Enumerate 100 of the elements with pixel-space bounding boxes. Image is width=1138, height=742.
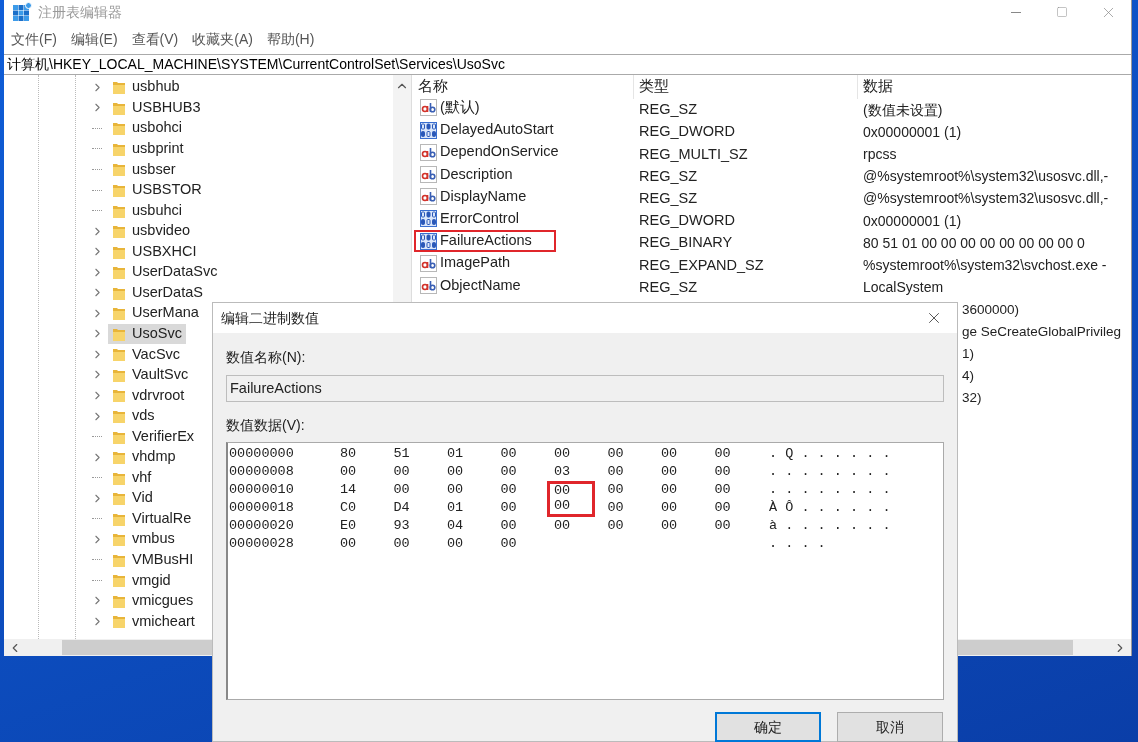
- hex-byte: 00: [339, 535, 358, 553]
- string-value-icon: [420, 99, 437, 117]
- hex-byte: 00: [392, 535, 411, 553]
- value-name[interactable]: DependOnService: [414, 141, 583, 164]
- value-name-text: ImagePath: [440, 253, 511, 273]
- tree-item[interactable]: UserDataS: [108, 282, 207, 303]
- value-type: REG_BINARY: [638, 233, 734, 253]
- tree-item[interactable]: Vid: [108, 488, 157, 509]
- tree-item[interactable]: usbser: [108, 159, 180, 180]
- tree-item[interactable]: VerifierEx: [108, 426, 199, 447]
- hex-byte: 00: [547, 481, 595, 499]
- folder-icon: [112, 449, 126, 466]
- value-name-text: (默认): [440, 98, 480, 118]
- tree-item[interactable]: VirtualRe: [108, 508, 196, 529]
- value-name-text: Description: [440, 164, 513, 184]
- hex-byte: 00: [713, 463, 732, 481]
- menu-item[interactable]: 文件(F): [10, 28, 58, 50]
- hex-byte: 00: [446, 463, 465, 481]
- tree-item[interactable]: vhf: [108, 467, 156, 488]
- hex-editor-field[interactable]: [226, 442, 944, 700]
- value-name-text: DelayedAutoStart: [440, 120, 554, 140]
- tree-item[interactable]: vmgid: [108, 570, 175, 591]
- tree-item[interactable]: vds: [108, 406, 159, 426]
- hex-byte: 00: [392, 463, 411, 481]
- hex-ascii: . Q . . . . . .: [769, 444, 891, 463]
- tree-item[interactable]: usbhub: [108, 77, 184, 98]
- tree-item[interactable]: VacSvc: [108, 344, 185, 365]
- hex-ascii: À Ô . . . . . .: [769, 498, 891, 517]
- address-bar[interactable]: 计算机\HKEY_LOCAL_MACHINE\SYSTEM\CurrentControlSet\Services\UsoSvc: [4, 54, 1131, 75]
- value-name-text: ObjectName: [440, 275, 521, 295]
- tree-item[interactable]: vdrvroot: [108, 385, 189, 406]
- hex-byte: 00: [499, 499, 518, 517]
- tree-item-label: vhf: [132, 467, 152, 487]
- tree-item[interactable]: usbohci: [108, 118, 186, 139]
- window-title: 注册表编辑器: [38, 2, 122, 22]
- folder-icon: [112, 531, 126, 548]
- hex-byte: D4: [392, 499, 411, 517]
- value-type: REG_SZ: [638, 277, 698, 297]
- tree-item[interactable]: vmicheart: [108, 611, 199, 632]
- value-data: @%systemroot%\system32\usosvc.dll,-: [862, 189, 1110, 209]
- value-name-field[interactable]: FailureActions: [226, 375, 944, 402]
- folder-icon: [112, 387, 126, 404]
- tree-item[interactable]: UserMana: [108, 303, 203, 324]
- hex-ascii: . . . . . . . .: [769, 462, 891, 481]
- value-data: ge SeCreateGlobalPrivileg: [962, 322, 1122, 341]
- tree-item-label: VirtualRe: [132, 508, 192, 528]
- menu-item[interactable]: 帮助(H): [265, 28, 316, 50]
- dialog-button[interactable]: 取消: [837, 712, 943, 742]
- tree-item-label: UserDataSvc: [132, 262, 218, 282]
- value-data: @%systemroot%\system32\usosvc.dll,-: [862, 167, 1110, 187]
- value-name[interactable]: Description: [414, 163, 537, 186]
- hex-byte: 00: [606, 517, 625, 535]
- value-name[interactable]: DelayedAutoStart: [414, 119, 578, 142]
- folder-icon: [112, 182, 126, 198]
- tree-item[interactable]: VaultSvc: [108, 364, 193, 385]
- tree-item-label: vmbus: [132, 529, 175, 549]
- tree-item-label: UserMana: [132, 303, 199, 323]
- value-name[interactable]: ObjectName: [414, 274, 545, 297]
- tree-item[interactable]: VMBusHI: [108, 549, 198, 570]
- hex-address: 00000028: [228, 534, 295, 553]
- value-name[interactable]: ImagePath: [414, 252, 535, 275]
- tree-item[interactable]: USBXHCI: [108, 241, 201, 262]
- tree-item[interactable]: USBHUB3: [108, 97, 205, 118]
- column-header[interactable]: 类型: [634, 75, 858, 99]
- tree-item[interactable]: UsoSvc: [108, 323, 186, 344]
- tree-item[interactable]: usbuhci: [108, 200, 186, 221]
- value-name[interactable]: DisplayName: [414, 185, 551, 208]
- tree-item[interactable]: USBSTOR: [108, 180, 206, 200]
- tree-item-label: vmicheart: [132, 611, 195, 631]
- dialog-button[interactable]: 确定: [715, 712, 821, 742]
- binary-value-icon: [420, 121, 437, 139]
- tree-item[interactable]: vhdmp: [108, 447, 180, 468]
- menu-item[interactable]: 编辑(E): [69, 28, 119, 50]
- hex-byte: 00: [660, 481, 679, 499]
- value-data: 3600000): [962, 300, 1020, 319]
- menu-item[interactable]: 收藏夹(A): [191, 28, 254, 50]
- tree-item[interactable]: UserDataSvc: [108, 262, 222, 283]
- hex-byte: 14: [339, 481, 358, 499]
- folder-icon: [112, 572, 126, 589]
- menu-item[interactable]: 查看(V): [130, 28, 180, 50]
- hex-byte: 00: [499, 463, 518, 481]
- value-type: REG_DWORD: [638, 122, 736, 142]
- tree-item[interactable]: vmicgues: [108, 590, 198, 611]
- hex-byte: 01: [446, 445, 465, 463]
- value-name[interactable]: FailureActions: [414, 230, 556, 253]
- hex-address: 00000000: [228, 444, 295, 463]
- value-name[interactable]: (默认): [414, 96, 504, 119]
- value-data: 32): [962, 389, 982, 408]
- hex-byte: 00: [606, 481, 625, 499]
- column-header[interactable]: 数据: [858, 75, 1131, 99]
- tree-item-label: USBHUB3: [132, 97, 201, 117]
- hex-byte: 00: [553, 445, 572, 463]
- hex-byte: E0: [339, 517, 358, 535]
- tree-item-label: usbuhci: [132, 200, 182, 220]
- maximize-icon: [1056, 6, 1068, 18]
- value-name[interactable]: ErrorControl: [414, 207, 543, 230]
- tree-item-label: usbprint: [132, 139, 184, 159]
- tree-item[interactable]: vmbus: [108, 529, 179, 550]
- tree-item[interactable]: usbvideo: [108, 221, 195, 242]
- tree-item[interactable]: usbprint: [108, 138, 188, 159]
